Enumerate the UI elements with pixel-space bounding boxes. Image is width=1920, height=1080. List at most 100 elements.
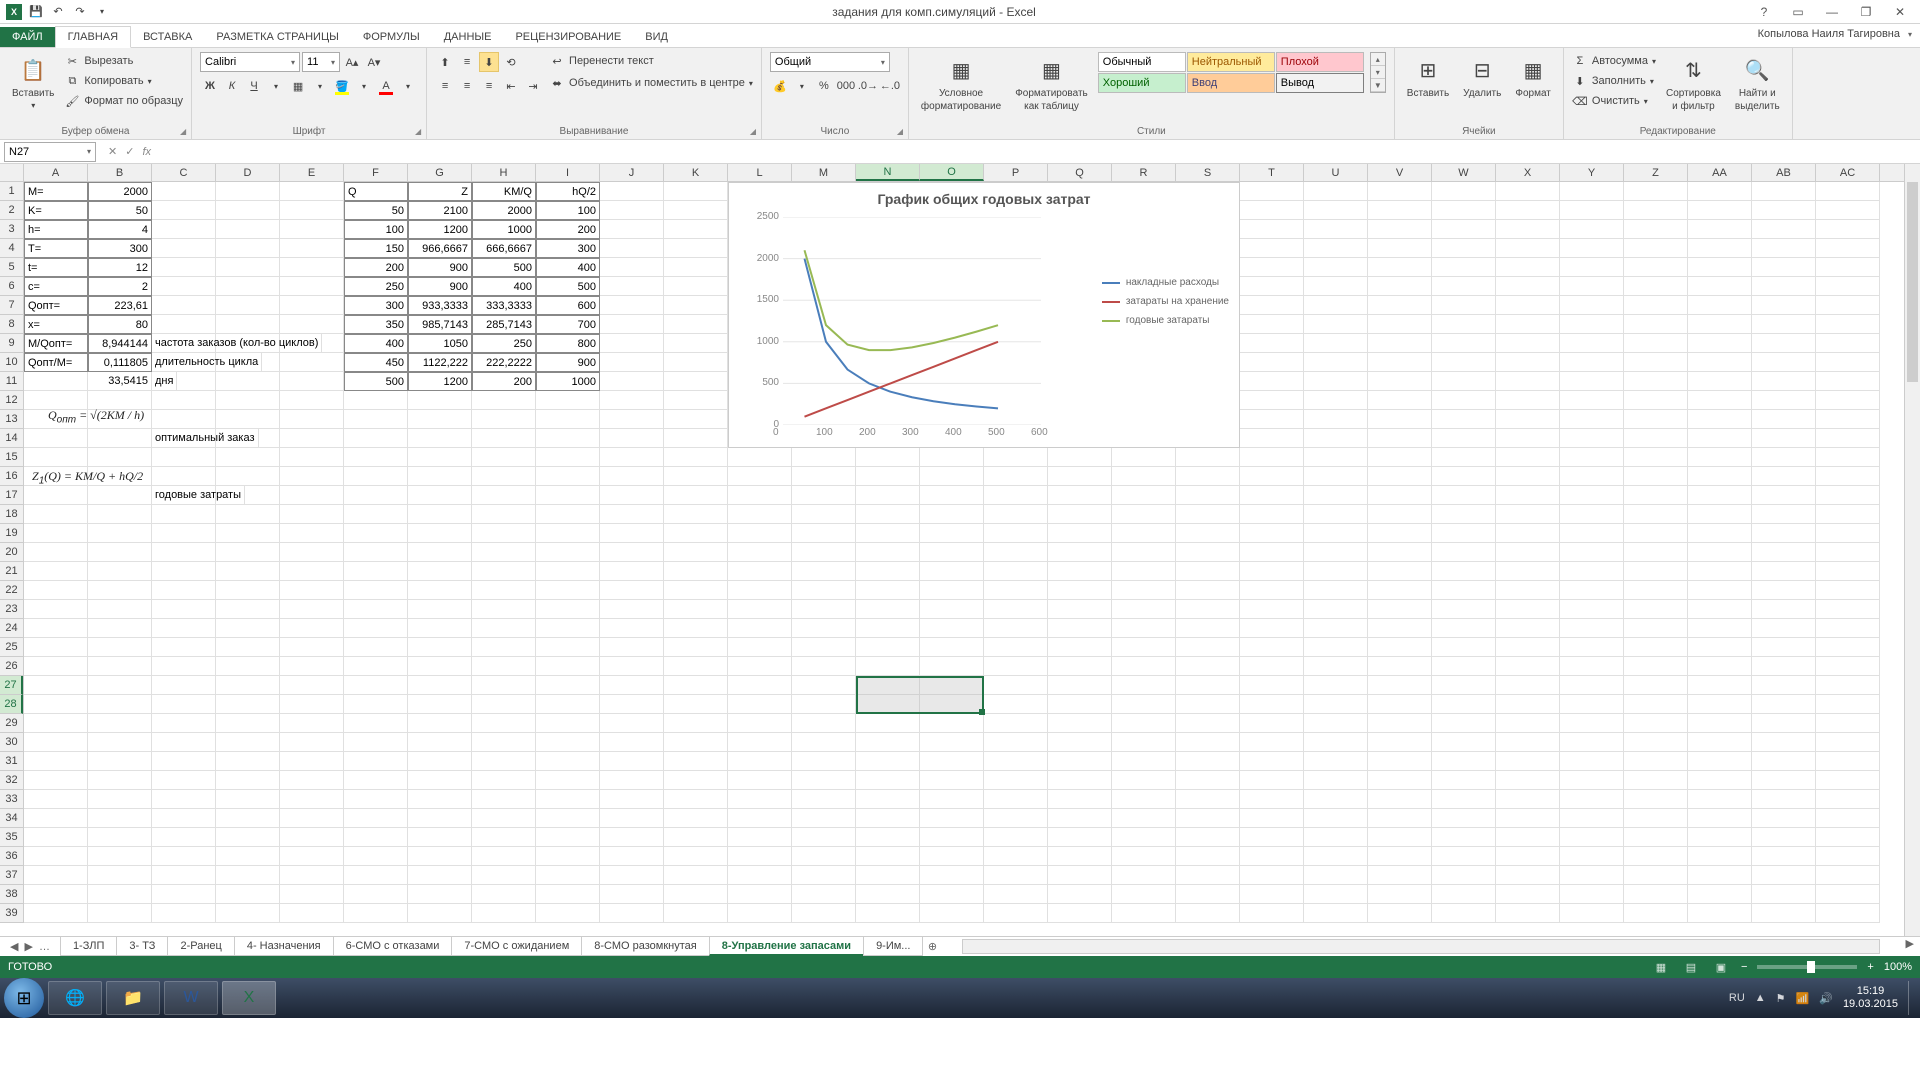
cell[interactable]: 300 — [88, 239, 152, 258]
user-caret-icon[interactable]: ▾ — [1908, 30, 1912, 39]
view-page-break-icon[interactable]: ▣ — [1711, 959, 1731, 975]
column-header[interactable]: H — [472, 164, 536, 181]
taskbar-excel-icon[interactable]: X — [222, 981, 276, 1015]
chart[interactable]: График общих годовых затрат0500100015002… — [728, 182, 1240, 448]
cell[interactable]: 333,3333 — [472, 296, 536, 315]
ribbon-options-icon[interactable]: ▭ — [1786, 2, 1810, 22]
row-header[interactable]: 12 — [0, 391, 23, 410]
style-bad[interactable]: Плохой — [1276, 52, 1364, 72]
row-header[interactable]: 36 — [0, 847, 23, 866]
increase-indent-icon[interactable]: ⇥ — [523, 76, 543, 96]
column-header[interactable]: R — [1112, 164, 1176, 181]
row-header[interactable]: 21 — [0, 562, 23, 581]
row-header[interactable]: 5 — [0, 258, 23, 277]
align-middle-icon[interactable]: ≡ — [457, 52, 477, 72]
border-button[interactable]: ▦ — [288, 76, 308, 96]
cell[interactable]: 50 — [88, 201, 152, 220]
maximize-icon[interactable]: ❐ — [1854, 2, 1878, 22]
cell[interactable]: 600 — [536, 296, 600, 315]
column-header[interactable]: W — [1432, 164, 1496, 181]
row-header[interactable]: 23 — [0, 600, 23, 619]
sheet-tab[interactable]: 6-СМО с отказами — [333, 937, 453, 956]
cell[interactable]: 2 — [88, 277, 152, 296]
save-icon[interactable]: 💾 — [28, 4, 44, 20]
cell[interactable]: 1122,222 — [408, 353, 472, 372]
column-header[interactable]: AC — [1816, 164, 1880, 181]
column-header[interactable]: S — [1176, 164, 1240, 181]
cell[interactable]: 350 — [344, 315, 408, 334]
decrease-font-icon[interactable]: A▾ — [364, 52, 384, 72]
font-size-combo[interactable]: 11▾ — [302, 52, 340, 72]
cell[interactable]: 33,5415 — [88, 372, 152, 391]
cell[interactable]: 300 — [344, 296, 408, 315]
column-header[interactable]: L — [728, 164, 792, 181]
lang-indicator[interactable]: RU — [1729, 992, 1745, 1004]
cell[interactable]: 100 — [344, 220, 408, 239]
number-format-combo[interactable]: Общий▾ — [770, 52, 890, 72]
cell[interactable]: 400 — [344, 334, 408, 353]
horizontal-scrollbar[interactable] — [962, 939, 1879, 954]
cell[interactable]: 800 — [536, 334, 600, 353]
cell[interactable]: 300 — [536, 239, 600, 258]
taskbar-ie-icon[interactable]: 🌐 — [48, 981, 102, 1015]
align-bottom-icon[interactable]: ⬇ — [479, 52, 499, 72]
cell[interactable]: 2000 — [88, 182, 152, 201]
tab-insert[interactable]: ВСТАВКА — [131, 27, 204, 47]
row-header[interactable]: 4 — [0, 239, 23, 258]
row-header[interactable]: 29 — [0, 714, 23, 733]
font-name-combo[interactable]: Calibri▾ — [200, 52, 300, 72]
spreadsheet-grid[interactable]: ABCDEFGHIJKLMNOPQRSTUVWXYZAAABAC 1234567… — [0, 164, 1920, 936]
row-header[interactable]: 18 — [0, 505, 23, 524]
cell[interactable]: 100 — [536, 201, 600, 220]
style-input[interactable]: Ввод — [1187, 73, 1275, 93]
column-header[interactable]: AA — [1688, 164, 1752, 181]
cell-styles-gallery[interactable]: Обычный Нейтральный Плохой Хороший Ввод … — [1098, 52, 1364, 93]
font-color-button[interactable]: A — [376, 76, 396, 96]
row-header[interactable]: 37 — [0, 866, 23, 885]
qat-customize-icon[interactable]: ▾ — [94, 4, 110, 20]
cell[interactable]: K= — [24, 201, 88, 220]
row-header[interactable]: 32 — [0, 771, 23, 790]
row-header[interactable]: 19 — [0, 524, 23, 543]
thousands-icon[interactable]: 000 — [836, 76, 856, 96]
sheet-tab[interactable]: 8-СМО разомкнутая — [581, 937, 709, 956]
row-header[interactable]: 2 — [0, 201, 23, 220]
cell[interactable]: 4 — [88, 220, 152, 239]
row-header[interactable]: 10 — [0, 353, 23, 372]
row-header[interactable]: 9 — [0, 334, 23, 353]
cell[interactable]: 250 — [344, 277, 408, 296]
increase-font-icon[interactable]: A▴ — [342, 52, 362, 72]
cell[interactable]: дня — [152, 372, 177, 391]
cell[interactable]: годовые затраты — [152, 486, 245, 505]
insert-cells-button[interactable]: ⊞Вставить — [1403, 52, 1453, 101]
sheet-tab[interactable]: 4- Назначения — [234, 937, 334, 956]
cell[interactable]: 223,61 — [88, 296, 152, 315]
column-header[interactable]: X — [1496, 164, 1560, 181]
cell[interactable]: 966,6667 — [408, 239, 472, 258]
column-header[interactable]: I — [536, 164, 600, 181]
delete-cells-button[interactable]: ⊟Удалить — [1459, 52, 1505, 101]
sheet-tab[interactable]: 1-ЗЛП — [60, 937, 117, 956]
cell[interactable]: 12 — [88, 258, 152, 277]
cell[interactable]: h= — [24, 220, 88, 239]
column-header[interactable]: AB — [1752, 164, 1816, 181]
cell[interactable]: длительность цикла — [152, 353, 262, 372]
row-header[interactable]: 35 — [0, 828, 23, 847]
help-icon[interactable]: ? — [1752, 2, 1776, 22]
cell[interactable]: Z — [408, 182, 472, 201]
taskbar-word-icon[interactable]: W — [164, 981, 218, 1015]
cut-button[interactable]: ✂Вырезать — [64, 52, 183, 70]
cell[interactable]: M/Qопт= — [24, 334, 88, 353]
style-output[interactable]: Вывод — [1276, 73, 1364, 93]
cell[interactable]: 700 — [536, 315, 600, 334]
column-header[interactable]: K — [664, 164, 728, 181]
cell[interactable]: 666,6667 — [472, 239, 536, 258]
tray-network-icon[interactable]: 📶 — [1796, 992, 1810, 1005]
cell[interactable]: hQ/2 — [536, 182, 600, 201]
view-page-layout-icon[interactable]: ▤ — [1681, 959, 1701, 975]
cell[interactable]: 900 — [408, 277, 472, 296]
alignment-launcher-icon[interactable]: ◢ — [747, 125, 759, 137]
tray-action-icon[interactable]: ⚑ — [1776, 992, 1786, 1005]
style-normal[interactable]: Обычный — [1098, 52, 1186, 72]
cell[interactable]: 2000 — [472, 201, 536, 220]
